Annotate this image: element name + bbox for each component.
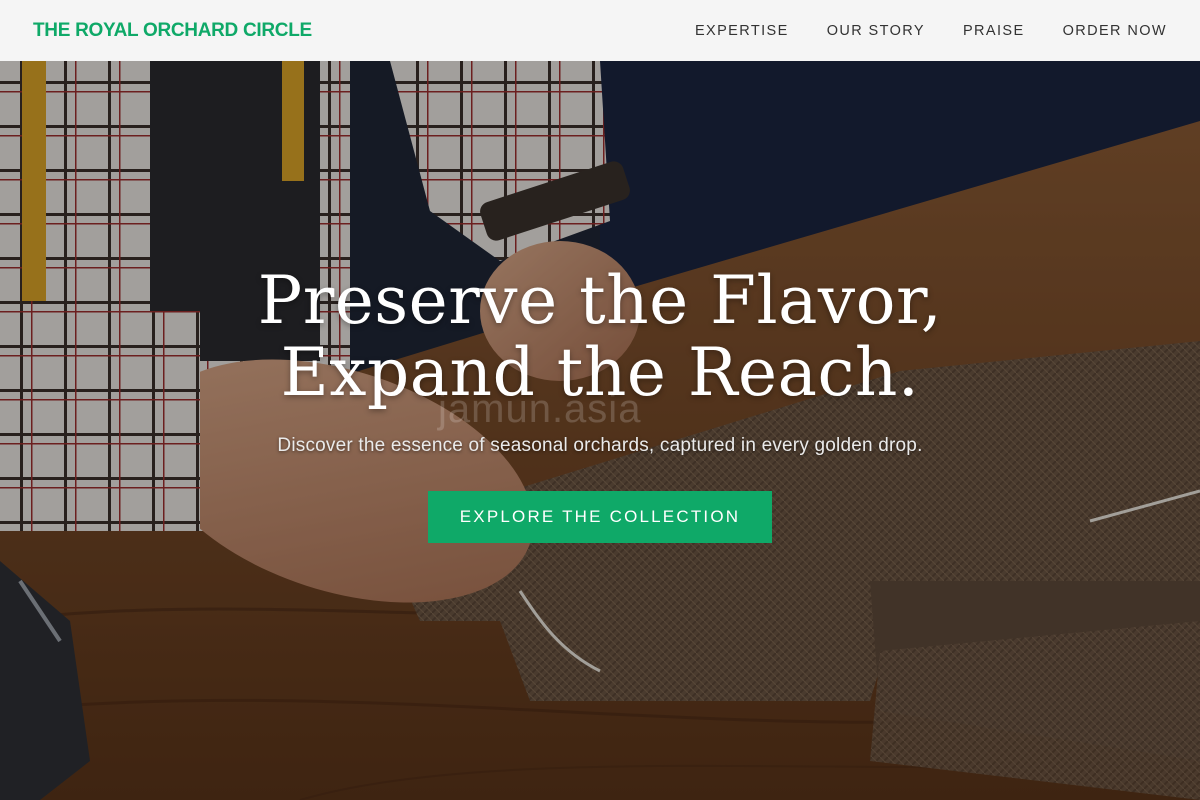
- hero-title: Preserve the Flavor, Expand the Reach.: [0, 265, 1200, 409]
- nav-link-expertise[interactable]: EXPERTISE: [695, 23, 789, 39]
- nav-link-our-story[interactable]: OUR STORY: [827, 23, 925, 39]
- top-navbar: THE ROYAL ORCHARD CIRCLE EXPERTISE OUR S…: [0, 0, 1200, 61]
- nav-links: EXPERTISE OUR STORY PRAISE ORDER NOW: [695, 23, 1167, 39]
- hero-content: Preserve the Flavor, Expand the Reach. D…: [0, 265, 1200, 543]
- nav-link-order-now[interactable]: ORDER NOW: [1063, 23, 1167, 39]
- hero-title-line-1: Preserve the Flavor,: [257, 262, 943, 339]
- nav-link-praise[interactable]: PRAISE: [963, 23, 1025, 39]
- hero-title-line-2: Expand the Reach.: [280, 334, 920, 411]
- hero-section: jamun.asia Preserve the Flavor, Expand t…: [0, 61, 1200, 800]
- hero-subtitle: Discover the essence of seasonal orchard…: [277, 435, 923, 456]
- brand-logo[interactable]: THE ROYAL ORCHARD CIRCLE: [33, 20, 312, 42]
- explore-collection-button[interactable]: EXPLORE THE COLLECTION: [428, 491, 772, 543]
